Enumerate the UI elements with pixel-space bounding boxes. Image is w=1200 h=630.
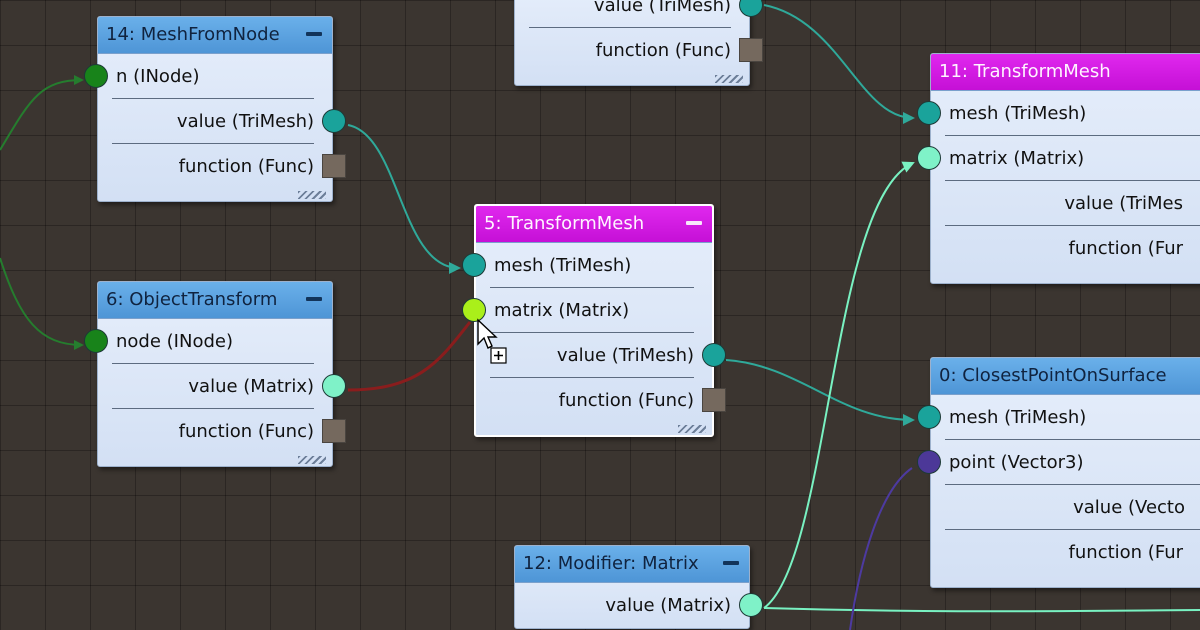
- node-12-value-port-row: value (Matrix): [515, 583, 763, 628]
- node-top-function-port-row: function (Func): [515, 28, 763, 73]
- node-5-mesh-port-row: mesh (TriMesh): [462, 243, 712, 288]
- node-title: 11: TransformMesh: [939, 61, 1111, 82]
- node-header[interactable]: 11: TransformMesh: [931, 54, 1200, 91]
- function-output-port[interactable]: [322, 153, 346, 178]
- node-14-value-port-row: value (TriMesh): [98, 99, 346, 144]
- node-0-function-port-row: function (Fur: [931, 530, 1200, 575]
- matrix-input-port[interactable]: [917, 145, 941, 170]
- wire-6-value-to-5-matrix[interactable]: [347, 321, 472, 392]
- port-label: matrix (Matrix): [494, 300, 630, 321]
- node-top-partial[interactable]: value (TriMesh) function (Func): [514, 0, 763, 86]
- node-14-mesh-from-node[interactable]: 14: MeshFromNode n (INode) value (TriMes…: [84, 16, 346, 202]
- node-6-node-port-row: node (INode): [84, 319, 332, 364]
- port-label: value (Vecto: [1073, 497, 1185, 518]
- node-14-function-port-row: function (Func): [98, 144, 346, 189]
- value-output-port[interactable]: [322, 108, 346, 133]
- port-label: value (Matrix): [188, 376, 314, 397]
- node-title: 12: Modifier: Matrix: [523, 553, 699, 574]
- node-11-transform-mesh[interactable]: 11: TransformMesh mesh (TriMesh) matrix …: [917, 53, 1200, 284]
- resize-grip-icon[interactable]: [678, 425, 706, 433]
- node-5-function-port-row: function (Func): [476, 378, 726, 423]
- port-label: value (TriMesh): [593, 0, 731, 16]
- node-header[interactable]: 5: TransformMesh: [476, 206, 712, 243]
- node-5-transform-mesh[interactable]: 5: TransformMesh mesh (TriMesh) matrix (…: [462, 204, 726, 437]
- node-title: 6: ObjectTransform: [106, 289, 278, 310]
- port-label: mesh (TriMesh): [494, 255, 632, 276]
- node-6-function-port-row: function (Func): [98, 409, 346, 454]
- port-label: function (Func): [595, 40, 731, 61]
- port-label: function (Func): [178, 421, 314, 442]
- mesh-input-port[interactable]: [462, 252, 486, 277]
- port-label: function (Func): [558, 390, 694, 411]
- port-label: value (Matrix): [605, 595, 731, 616]
- wire-12-value-offscreen[interactable]: [763, 607, 1200, 613]
- port-label: matrix (Matrix): [949, 148, 1085, 169]
- port-label: point (Vector3): [949, 452, 1084, 473]
- port-label: function (Fur: [1068, 238, 1183, 259]
- resize-grip-icon[interactable]: [298, 191, 326, 199]
- port-label: n (INode): [116, 66, 200, 87]
- node-input-port[interactable]: [84, 328, 108, 353]
- node-0-point-port-row: point (Vector3): [917, 440, 1200, 485]
- node-6-object-transform[interactable]: 6: ObjectTransform node (INode) value (M…: [84, 281, 346, 467]
- port-label: mesh (TriMesh): [949, 407, 1087, 428]
- node-header[interactable]: 6: ObjectTransform: [98, 282, 332, 319]
- port-label: node (INode): [116, 331, 233, 352]
- resize-grip-icon[interactable]: [298, 456, 326, 464]
- node-top-value-port-row: value (TriMesh): [515, 0, 763, 28]
- node-5-matrix-port-row: matrix (Matrix): [462, 288, 712, 333]
- mesh-input-port[interactable]: [917, 100, 941, 125]
- wire-offscreen-to-0-point[interactable]: [849, 467, 913, 630]
- collapse-icon[interactable]: [306, 32, 322, 36]
- node-11-function-port-row: function (Fur: [931, 226, 1200, 271]
- mesh-input-port[interactable]: [917, 404, 941, 429]
- arrow-cursor-with-plus-icon: [477, 318, 507, 364]
- node-title: 5: TransformMesh: [484, 213, 645, 234]
- function-output-port[interactable]: [322, 418, 346, 443]
- value-output-port[interactable]: [739, 592, 763, 617]
- node-header[interactable]: 14: MeshFromNode: [98, 17, 332, 54]
- wire-5-value-to-0-mesh[interactable]: [725, 359, 915, 426]
- node-0-value-port-row: value (Vecto: [931, 485, 1200, 530]
- port-label: function (Fur: [1068, 542, 1183, 563]
- function-output-port[interactable]: [702, 387, 726, 412]
- port-label: value (TriMesh): [556, 345, 694, 366]
- node-11-matrix-port-row: matrix (Matrix): [917, 136, 1200, 181]
- collapse-icon[interactable]: [723, 561, 739, 565]
- collapse-icon[interactable]: [686, 221, 702, 225]
- node-11-value-port-row: value (TriMes: [931, 181, 1200, 226]
- wire-14-value-to-5-mesh[interactable]: [347, 124, 461, 274]
- function-output-port[interactable]: [739, 37, 763, 62]
- wire-input-to-6-node[interactable]: [0, 257, 84, 350]
- node-0-mesh-port-row: mesh (TriMesh): [917, 395, 1200, 440]
- point-input-port[interactable]: [917, 449, 941, 474]
- node-14-n-port-row: n (INode): [84, 54, 332, 99]
- node-12-modifier-matrix[interactable]: 12: Modifier: Matrix value (Matrix): [514, 545, 763, 629]
- wire-input-to-14-n[interactable]: [0, 75, 84, 151]
- value-output-port[interactable]: [322, 373, 346, 398]
- port-label: value (TriMes: [1064, 193, 1183, 214]
- port-label: mesh (TriMesh): [949, 103, 1087, 124]
- node-header[interactable]: 0: ClosestPointOnSurface: [931, 358, 1200, 395]
- n-input-port[interactable]: [84, 63, 108, 88]
- node-6-value-port-row: value (Matrix): [98, 364, 346, 409]
- node-11-mesh-port-row: mesh (TriMesh): [917, 91, 1200, 136]
- wire-top-value-to-11-mesh[interactable]: [763, 4, 915, 124]
- node-title: 14: MeshFromNode: [106, 24, 280, 45]
- collapse-icon[interactable]: [306, 297, 322, 301]
- port-label: value (TriMesh): [176, 111, 314, 132]
- resize-grip-icon[interactable]: [715, 75, 743, 83]
- port-label: function (Func): [178, 156, 314, 177]
- node-header[interactable]: 12: Modifier: Matrix: [515, 546, 749, 583]
- node-title: 0: ClosestPointOnSurface: [939, 365, 1167, 386]
- node-0-closest-point-on-surface[interactable]: 0: ClosestPointOnSurface mesh (TriMesh) …: [917, 357, 1200, 588]
- node-5-value-port-row: value (TriMesh): [476, 333, 726, 378]
- wire-12-value-to-11-matrix[interactable]: [763, 161, 915, 609]
- value-output-port[interactable]: [702, 342, 726, 367]
